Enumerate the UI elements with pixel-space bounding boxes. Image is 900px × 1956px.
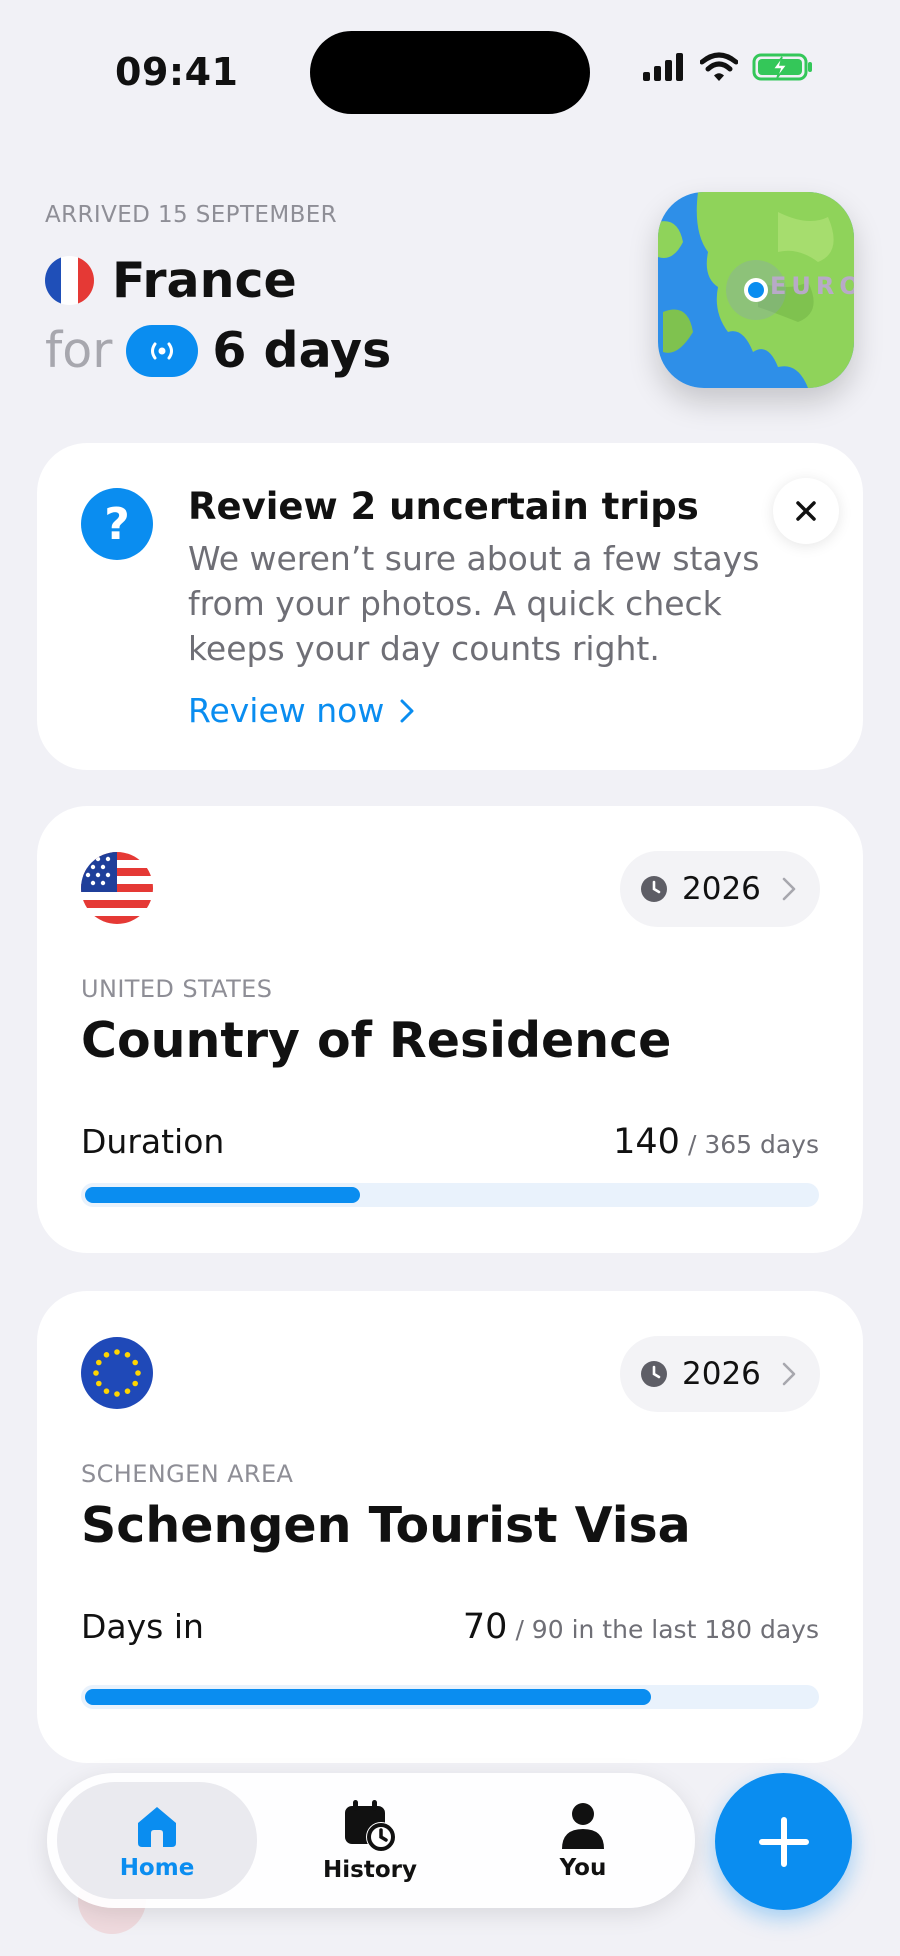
residence-days-value: 140 <box>613 1122 680 1162</box>
stay-duration-row: for 6 days <box>45 322 391 379</box>
tab-you-label: You <box>559 1854 607 1881</box>
eu-star <box>93 1370 99 1376</box>
country-of-residence-card[interactable]: 2026 UNITED STATES Country of Residence … <box>37 806 863 1253</box>
battery-charging-icon <box>752 53 812 81</box>
chevron-right-icon <box>782 1362 796 1386</box>
map-region-label: EURO <box>770 272 854 300</box>
close-icon <box>796 501 816 521</box>
visa-progress-fill <box>85 1689 652 1705</box>
france-flag-icon <box>45 256 94 305</box>
eu-star <box>96 1359 102 1366</box>
us-flag-icon <box>81 852 153 924</box>
calendar-clock-icon <box>345 1799 396 1852</box>
clock-icon <box>641 1361 667 1387</box>
chevron-right-icon <box>400 699 414 722</box>
visa-title: Schengen Tourist Visa <box>81 1497 691 1554</box>
eu-star <box>135 1370 141 1376</box>
residence-metric-label: Duration <box>81 1122 225 1161</box>
visa-metric-label: Days in <box>81 1607 204 1646</box>
eu-flag-icon <box>81 1337 153 1409</box>
for-label: for <box>45 322 113 379</box>
live-tracking-icon <box>126 324 199 377</box>
eu-star <box>96 1380 102 1387</box>
review-now-link[interactable]: Review now <box>188 691 414 730</box>
status-icons <box>642 52 814 82</box>
visa-year-selector[interactable]: 2026 <box>620 1336 820 1412</box>
current-country-name: France <box>112 252 297 309</box>
eu-star <box>114 1349 120 1355</box>
residence-year-selector[interactable]: 2026 <box>620 851 820 927</box>
residence-title: Country of Residence <box>81 1012 672 1069</box>
visa-progress-bar <box>81 1685 819 1709</box>
bottom-tab-bar: Home History You <box>47 1773 695 1908</box>
eu-star <box>103 1352 110 1358</box>
schengen-visa-card[interactable]: 2026 SCHENGEN AREA Schengen Tourist Visa… <box>37 1291 863 1763</box>
plus-icon <box>758 1816 809 1867</box>
visa-region: SCHENGEN AREA <box>81 1460 294 1488</box>
residence-year: 2026 <box>682 871 761 907</box>
tab-history[interactable]: History <box>270 1782 470 1899</box>
eu-star <box>114 1391 120 1397</box>
visa-days-total: / 90 in the last 180 days <box>515 1615 819 1644</box>
residence-progress-bar <box>81 1183 819 1207</box>
eu-star <box>124 1352 131 1358</box>
chevron-right-icon <box>782 877 796 901</box>
visa-metric: 70 / 90 in the last 180 days <box>463 1607 819 1647</box>
wifi-icon <box>700 52 738 81</box>
question-icon: ? <box>81 488 153 560</box>
status-time: 09:41 <box>115 50 239 94</box>
status-bar: 09:41 <box>0 0 900 150</box>
tab-history-label: History <box>323 1856 417 1883</box>
dynamic-island <box>310 31 590 114</box>
current-country-row: France <box>45 252 297 309</box>
tab-you[interactable]: You <box>483 1782 683 1899</box>
review-description: We weren’t sure about a few stays from y… <box>188 539 760 668</box>
residence-progress-fill <box>85 1187 361 1203</box>
stay-days-count: 6 days <box>212 322 392 379</box>
tab-home[interactable]: Home <box>57 1782 257 1899</box>
visa-year: 2026 <box>682 1356 761 1392</box>
residence-metric: 140 / 365 days <box>613 1122 819 1162</box>
clock-icon <box>641 876 667 902</box>
eu-star <box>132 1359 138 1366</box>
residence-days-total: / 365 days <box>687 1130 819 1159</box>
eu-star <box>103 1388 110 1394</box>
add-trip-button[interactable] <box>715 1773 852 1910</box>
person-icon <box>562 1802 604 1849</box>
map-thumbnail[interactable]: EURO <box>658 192 854 388</box>
review-title: Review 2 uncertain trips <box>188 485 699 528</box>
visa-days-value: 70 <box>462 1607 508 1647</box>
review-now-label: Review now <box>188 691 385 730</box>
arrival-date: ARRIVED 15 SEPTEMBER <box>45 202 338 228</box>
residence-region: UNITED STATES <box>81 975 273 1003</box>
eu-star <box>124 1388 131 1394</box>
dismiss-review-button[interactable] <box>773 478 839 544</box>
cellular-signal-icon <box>643 53 683 81</box>
review-uncertain-trips-card[interactable]: ? Review 2 uncertain trips We weren’t su… <box>37 443 863 770</box>
tab-home-label: Home <box>119 1854 195 1881</box>
home-icon <box>138 1806 176 1847</box>
eu-star <box>132 1380 138 1387</box>
